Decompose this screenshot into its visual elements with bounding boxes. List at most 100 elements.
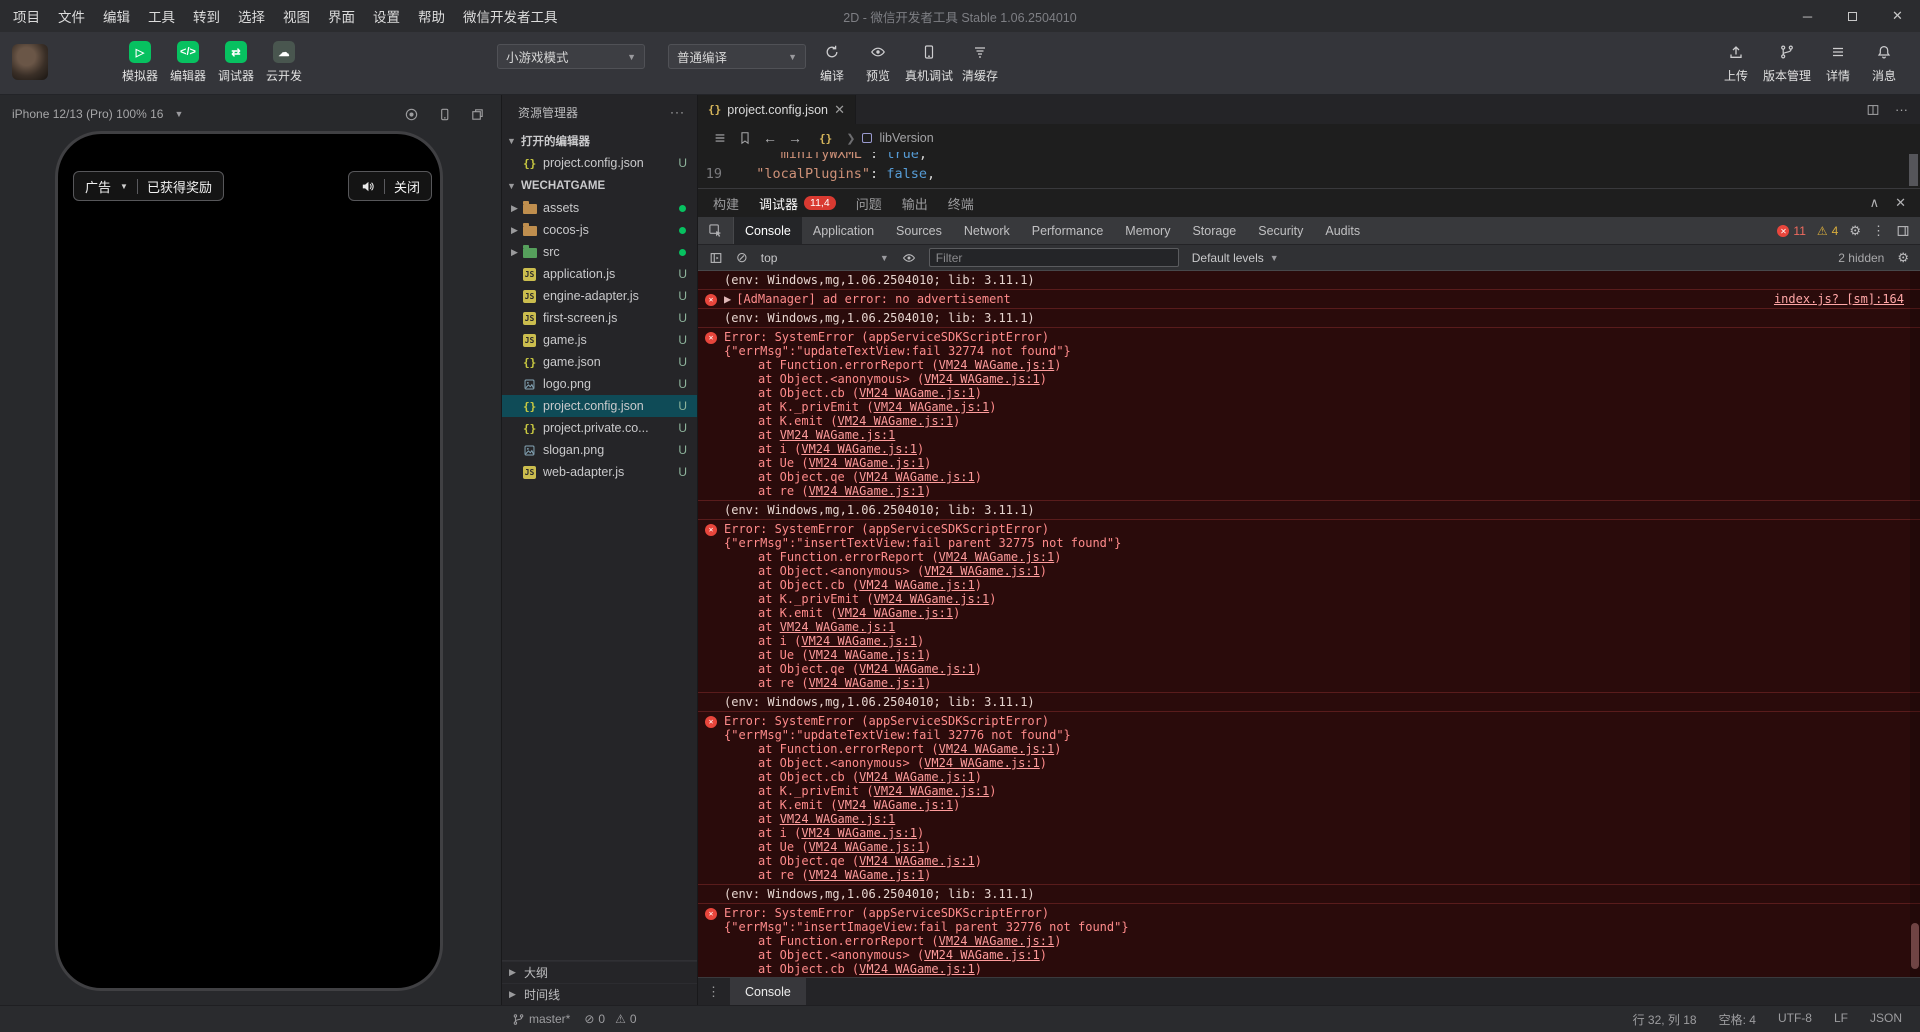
log-levels-select[interactable]: Default levels ▼ [1192,251,1279,265]
avatar[interactable] [12,44,48,80]
stack-link[interactable]: VM24 WAGame.js:1 [859,854,975,868]
menu-item[interactable]: 微信开发者工具 [454,0,567,32]
more-actions-icon[interactable]: ··· [670,105,685,119]
indentation[interactable]: 空格: 4 [1719,1011,1756,1028]
stack-link[interactable]: VM24 WAGame.js:1 [924,948,1040,962]
stack-link[interactable]: VM24 WAGame.js:1 [874,784,990,798]
stack-link[interactable]: VM24 WAGame.js:1 [859,470,975,484]
devtools-tab-performance[interactable]: Performance [1021,217,1115,244]
stack-link[interactable]: VM24 WAGame.js:1 [809,456,925,470]
encoding[interactable]: UTF-8 [1778,1011,1812,1028]
tool-upload[interactable]: 上传 [1714,41,1758,84]
eol-sequence[interactable]: LF [1834,1011,1848,1028]
error-count[interactable]: 11 [1793,224,1805,238]
breadcrumb-symbol[interactable]: libVersion [879,131,933,145]
menu-item[interactable]: 工具 [139,0,184,32]
navigate-back-icon[interactable]: ← [763,130,777,146]
problems-indicator[interactable]: ⊘ 0 ⚠ 0 [584,1012,636,1026]
maximize-button[interactable] [1830,0,1875,32]
stack-link[interactable]: VM24 WAGame.js:1 [801,442,917,456]
stack-link[interactable]: VM24 WAGame.js:1 [780,620,896,634]
minimize-button[interactable]: ─ [1785,0,1830,32]
stack-link[interactable]: VM24 WAGame.js:1 [837,798,953,812]
stack-link[interactable]: VM24 WAGame.js:1 [780,428,896,442]
tool-editor[interactable]: </> 编辑器 [166,41,210,84]
menu-item[interactable]: 编辑 [94,0,139,32]
menu-item[interactable]: 界面 [319,0,364,32]
console-filter-input[interactable] [928,248,1179,267]
stack-link[interactable]: VM24 WAGame.js:1 [859,662,975,676]
console-sidebar-icon[interactable] [709,251,723,265]
tree-item-engine-adapter.js[interactable]: JS engine-adapter.js U [502,285,697,307]
record-icon[interactable] [404,107,419,122]
stack-link[interactable]: VM24 WAGame.js:1 [780,812,896,826]
devtools-tab-memory[interactable]: Memory [1114,217,1181,244]
tool-debugger[interactable]: ⇄ 调试器 [214,41,258,84]
tree-item-project.config.json[interactable]: {} project.config.json U [502,152,697,174]
speaker-icon[interactable] [360,179,375,194]
tree-item-first-screen.js[interactable]: JS first-screen.js U [502,307,697,329]
close-tab-icon[interactable]: ✕ [834,102,845,118]
tree-item-slogan.png[interactable]: slogan.png U [502,439,697,461]
close-panel-icon[interactable]: ✕ [1895,195,1906,211]
device-select[interactable]: iPhone 12/13 (Pro) 100% 16 [12,107,163,121]
split-editor-icon[interactable] [1866,103,1880,117]
ad-button[interactable]: 广告 [85,177,111,196]
language-mode[interactable]: JSON [1870,1011,1902,1028]
close-button[interactable]: ✕ [1875,0,1920,32]
expand-caret-icon[interactable]: ▶ [724,292,731,306]
tree-item-project.private.co...[interactable]: {} project.private.co... U [502,417,697,439]
console-source-link[interactable]: index.js? [sm]:164 [1774,292,1904,306]
stack-link[interactable]: VM24 WAGame.js:1 [939,934,1055,948]
detach-window-icon[interactable] [470,107,485,122]
tool-preview[interactable]: 预览 [856,41,900,84]
panel-tab-构建[interactable]: 构建 [713,194,739,213]
menu-item[interactable]: 项目 [4,0,49,32]
tree-item-logo.png[interactable]: logo.png U [502,373,697,395]
panel-tab-终端[interactable]: 终端 [948,194,974,213]
devtools-tab-application[interactable]: Application [802,217,885,244]
dock-side-icon[interactable] [1896,224,1910,238]
warning-count[interactable]: 4 [1832,224,1839,238]
tool-device-debug[interactable]: 真机调试 [902,41,956,84]
collapse-panel-icon[interactable]: ∧ [1870,195,1880,211]
devtools-tab-network[interactable]: Network [953,217,1021,244]
console-settings-icon[interactable]: ⚙ [1897,250,1909,266]
open-editors-section[interactable]: ▼ 打开的编辑器 [502,129,697,152]
code-editor[interactable]: "minifyWXML": true, 19 "localPlugins": fa… [698,152,1920,188]
ad-close-button[interactable]: 关闭 [394,177,420,196]
tool-simulator[interactable]: ▷ 模拟器 [118,41,162,84]
git-branch-indicator[interactable]: master* [512,1012,570,1026]
project-root-section[interactable]: ▼ WECHATGAME [502,174,697,197]
stack-link[interactable]: VM24 WAGame.js:1 [809,648,925,662]
tree-item-game.js[interactable]: JS game.js U [502,329,697,351]
tree-item-project.config.json[interactable]: {} project.config.json U [502,395,697,417]
rotate-device-icon[interactable] [437,107,452,122]
outline-section[interactable]: ▶ 大纲 [502,961,697,983]
devtools-tab-sources[interactable]: Sources [885,217,953,244]
stack-link[interactable]: VM24 WAGame.js:1 [924,564,1040,578]
stack-link[interactable]: VM24 WAGame.js:1 [809,840,925,854]
menu-item[interactable]: 文件 [49,0,94,32]
context-select[interactable]: top ▼ [761,251,889,265]
stack-link[interactable]: VM24 WAGame.js:1 [809,676,925,690]
console-scrollbar-thumb[interactable] [1911,923,1919,969]
stack-link[interactable]: VM24 WAGame.js:1 [939,742,1055,756]
menu-item[interactable]: 视图 [274,0,319,32]
tool-clear-cache[interactable]: 清缓存 [958,41,1002,84]
navigate-forward-icon[interactable]: → [788,130,802,146]
tool-cloud-dev[interactable]: ☁ 云开发 [262,41,306,84]
stack-link[interactable]: VM24 WAGame.js:1 [801,826,917,840]
panel-tab-调试器[interactable]: 调试器 11,4 [759,194,836,213]
tool-version-control[interactable]: 版本管理 [1760,41,1814,84]
cursor-position[interactable]: 行 32, 列 18 [1633,1011,1697,1028]
inspect-element-icon[interactable] [698,217,734,244]
stack-link[interactable]: VM24 WAGame.js:1 [859,578,975,592]
stack-link[interactable]: VM24 WAGame.js:1 [924,372,1040,386]
stack-link[interactable]: VM24 WAGame.js:1 [837,606,953,620]
menu-item[interactable]: 选择 [229,0,274,32]
console-scrollbar-track[interactable] [1910,271,1920,977]
tool-messages[interactable]: 消息 [1862,41,1906,84]
devtools-settings-icon[interactable]: ⚙ [1849,223,1861,239]
more-options-icon[interactable]: ⋮ [1872,223,1885,239]
